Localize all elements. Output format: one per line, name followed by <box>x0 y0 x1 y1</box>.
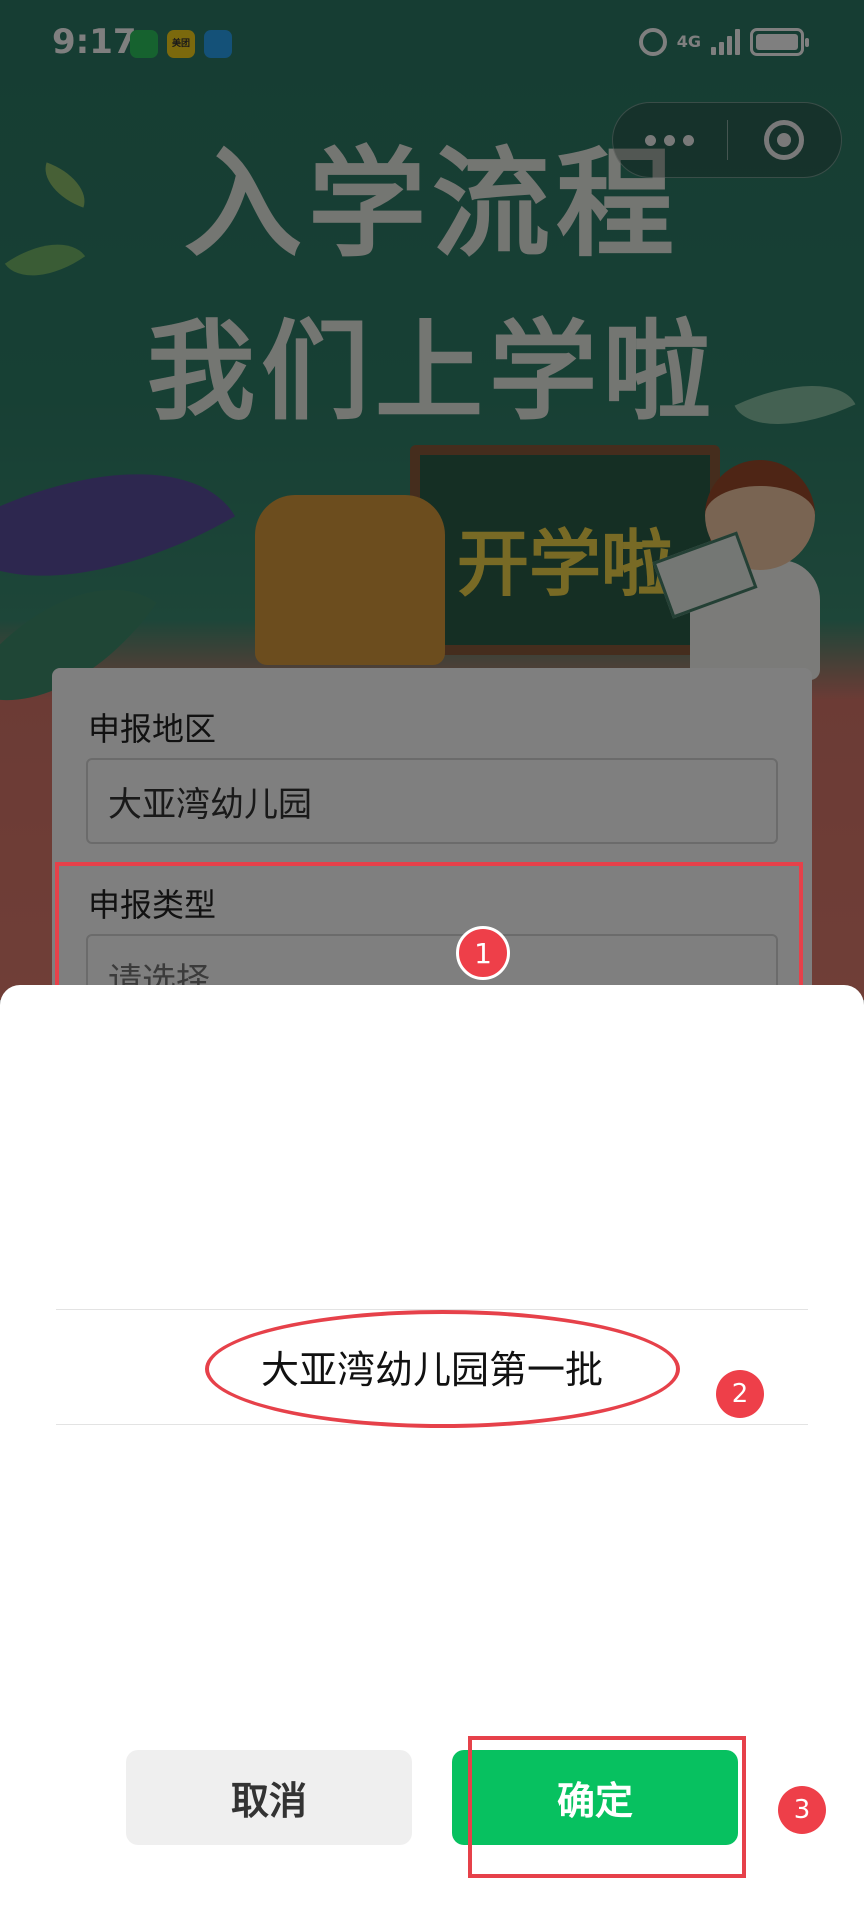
annotation-highlight-confirm <box>468 1736 746 1878</box>
cancel-button[interactable]: 取消 <box>126 1750 412 1845</box>
annotation-highlight-type <box>55 862 803 990</box>
annotation-step-3: 3 <box>778 1786 826 1834</box>
annotation-step-2: 2 <box>716 1370 764 1418</box>
annotation-ellipse-option <box>205 1310 680 1428</box>
annotation-step-1: 1 <box>456 926 510 980</box>
